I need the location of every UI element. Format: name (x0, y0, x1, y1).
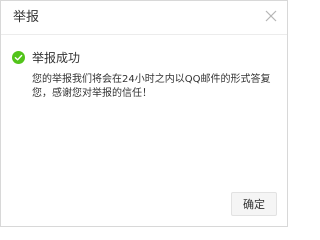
dialog-header: 举报 (1, 1, 287, 35)
status-text: 举报成功 (32, 51, 81, 65)
message-line-2: 您，感谢您对举报的信任！ (32, 88, 152, 99)
dialog-title: 举报 (13, 10, 40, 25)
close-icon[interactable] (263, 8, 279, 24)
message-text: 您的举报我们将会在24小时之内以QQ邮件的形式答复 您，感谢您对举报的信任！ (32, 73, 277, 101)
report-dialog: 举报 举报成功 您的举报我们将会在24小时之内以QQ邮件的形式答复 您，感谢您对… (0, 0, 288, 227)
check-circle-icon (12, 51, 25, 64)
message-line-1: 您的举报我们将会在24小时之内以QQ邮件的形式答复 (32, 74, 271, 85)
confirm-button[interactable]: 确定 (231, 192, 277, 216)
